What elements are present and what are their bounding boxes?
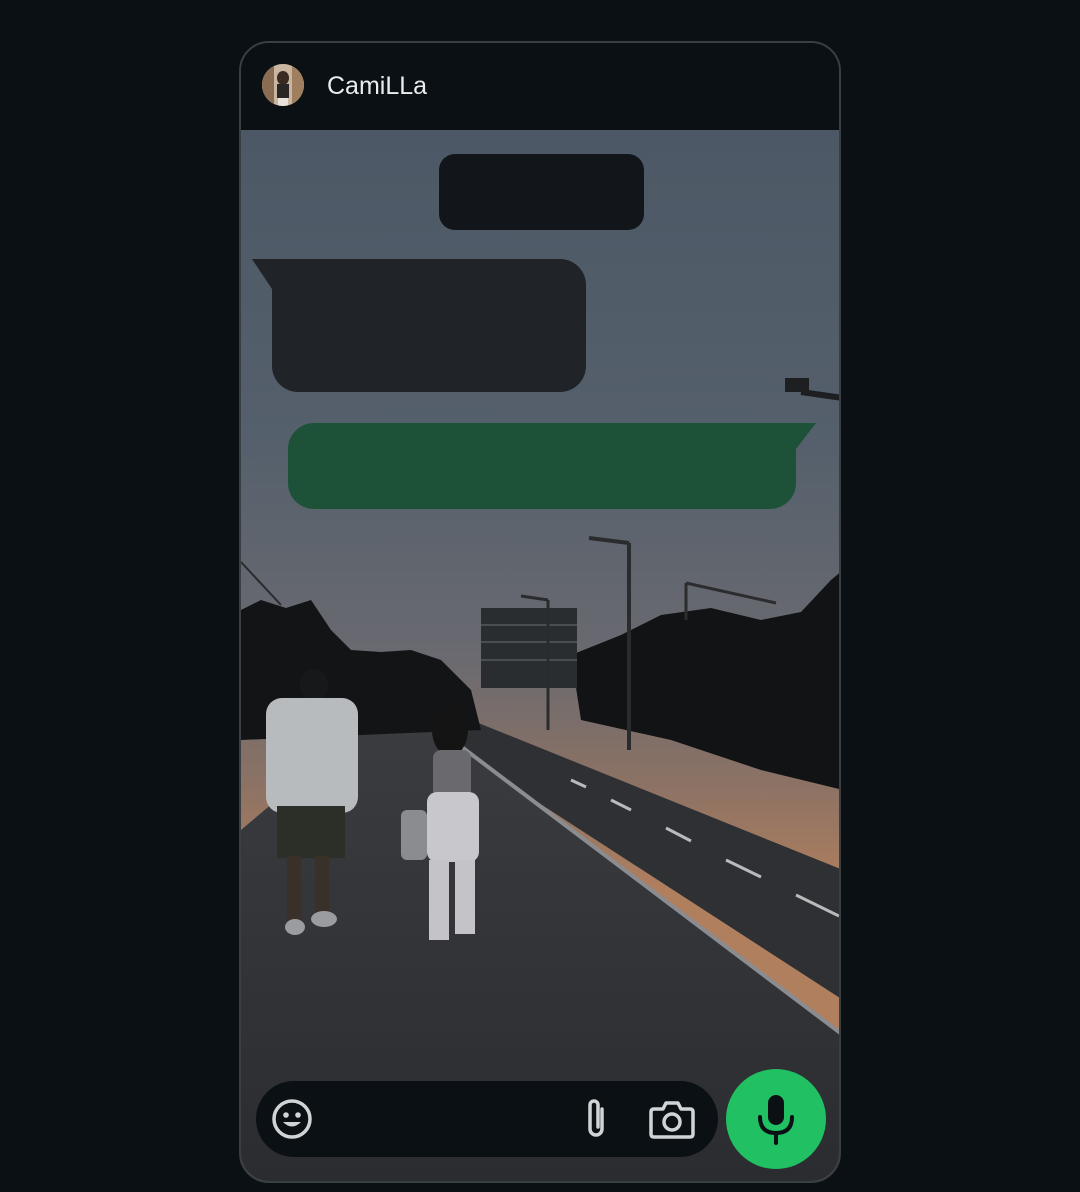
avatar-photo-icon xyxy=(262,64,304,106)
chat-window: CamiLLa xyxy=(239,41,841,1183)
incoming-tail xyxy=(252,259,272,289)
voice-record-button[interactable] xyxy=(726,1069,826,1169)
camera-button[interactable] xyxy=(646,1095,698,1143)
system-message xyxy=(439,154,644,230)
message-composer xyxy=(256,1081,718,1157)
contact-name[interactable]: CamiLLa xyxy=(327,71,427,101)
chat-header[interactable]: CamiLLa xyxy=(241,43,839,130)
attach-button[interactable] xyxy=(572,1095,620,1143)
camera-icon xyxy=(649,1101,695,1139)
outgoing-tail xyxy=(796,423,816,449)
message-input[interactable] xyxy=(328,1101,564,1139)
emoji-button[interactable] xyxy=(268,1095,316,1143)
paperclip-icon xyxy=(588,1099,604,1137)
outgoing-message[interactable] xyxy=(288,423,816,509)
microphone-icon xyxy=(758,1095,794,1145)
incoming-message[interactable] xyxy=(252,259,586,392)
contact-avatar[interactable] xyxy=(262,64,304,106)
emoji-icon xyxy=(272,1099,312,1139)
